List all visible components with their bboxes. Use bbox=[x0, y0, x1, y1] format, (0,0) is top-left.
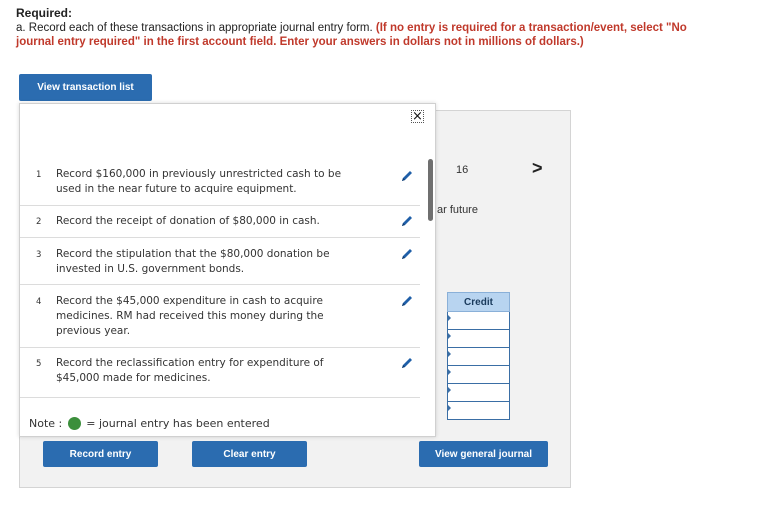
transaction-row[interactable]: 3 Record the stipulation that the $80,00… bbox=[20, 238, 420, 285]
credit-column: Credit bbox=[447, 292, 510, 420]
transaction-text: Record the $45,000 expenditure in cash t… bbox=[56, 295, 324, 337]
instruction-line-1: a. Record each of these transactions in … bbox=[16, 21, 771, 36]
record-entry-button[interactable]: Record entry bbox=[43, 441, 158, 467]
entered-indicator-icon bbox=[68, 417, 82, 430]
clear-entry-button[interactable]: Clear entry bbox=[192, 441, 307, 467]
transaction-number: 2 bbox=[36, 217, 42, 227]
credit-input[interactable] bbox=[447, 402, 510, 420]
credit-input[interactable] bbox=[447, 312, 510, 330]
edit-pencil-icon[interactable] bbox=[400, 294, 414, 308]
transaction-text: Record the receipt of donation of $80,00… bbox=[56, 215, 320, 227]
edit-pencil-icon[interactable] bbox=[400, 169, 414, 183]
note-label: Note : bbox=[29, 417, 63, 430]
credit-input[interactable] bbox=[447, 366, 510, 384]
transaction-row[interactable]: 5 Record the reclassification entry for … bbox=[20, 348, 420, 398]
transaction-number: 16 bbox=[456, 164, 469, 176]
transaction-text: Record $160,000 in previously unrestrict… bbox=[56, 168, 342, 195]
scrollbar-thumb[interactable] bbox=[428, 159, 433, 221]
next-transaction-button[interactable]: > bbox=[532, 158, 543, 179]
transaction-number: 1 bbox=[36, 170, 42, 180]
legend-note: Note : = journal entry has been entered bbox=[29, 417, 270, 430]
credit-input[interactable] bbox=[447, 348, 510, 366]
credit-input[interactable] bbox=[447, 384, 510, 402]
instruction-warning: (If no entry is required for a transacti… bbox=[375, 22, 687, 34]
credit-header: Credit bbox=[447, 292, 510, 312]
edit-pencil-icon[interactable] bbox=[400, 247, 414, 261]
transaction-number: 3 bbox=[36, 250, 42, 260]
transaction-text: Record the reclassification entry for ex… bbox=[56, 357, 324, 384]
view-general-journal-button[interactable]: View general journal bbox=[419, 441, 548, 467]
required-title: Required: bbox=[16, 6, 73, 20]
transaction-list: 1 Record $160,000 in previously unrestri… bbox=[20, 159, 420, 398]
view-transaction-list-button[interactable]: View transaction list bbox=[19, 74, 152, 101]
transaction-number: 4 bbox=[36, 297, 42, 307]
edit-pencil-icon[interactable] bbox=[400, 356, 414, 370]
transaction-row[interactable]: 2 Record the receipt of donation of $80,… bbox=[20, 206, 420, 238]
note-text: = journal entry has been entered bbox=[86, 417, 270, 430]
credit-input[interactable] bbox=[447, 330, 510, 348]
transaction-row[interactable]: 4 Record the $45,000 expenditure in cash… bbox=[20, 285, 420, 348]
transaction-text: Record the stipulation that the $80,000 … bbox=[56, 248, 330, 275]
instruction-line-2: journal entry required" in the first acc… bbox=[16, 36, 584, 48]
transaction-number: 5 bbox=[36, 359, 42, 369]
transaction-row[interactable]: 1 Record $160,000 in previously unrestri… bbox=[20, 159, 420, 206]
instruction-text: a. Record each of these transactions in … bbox=[16, 22, 376, 34]
close-icon[interactable]: × bbox=[411, 110, 424, 123]
transaction-list-popup: × 1 Record $160,000 in previously unrest… bbox=[19, 103, 436, 437]
transaction-description-fragment: ar future bbox=[437, 204, 478, 216]
edit-pencil-icon[interactable] bbox=[400, 214, 414, 228]
